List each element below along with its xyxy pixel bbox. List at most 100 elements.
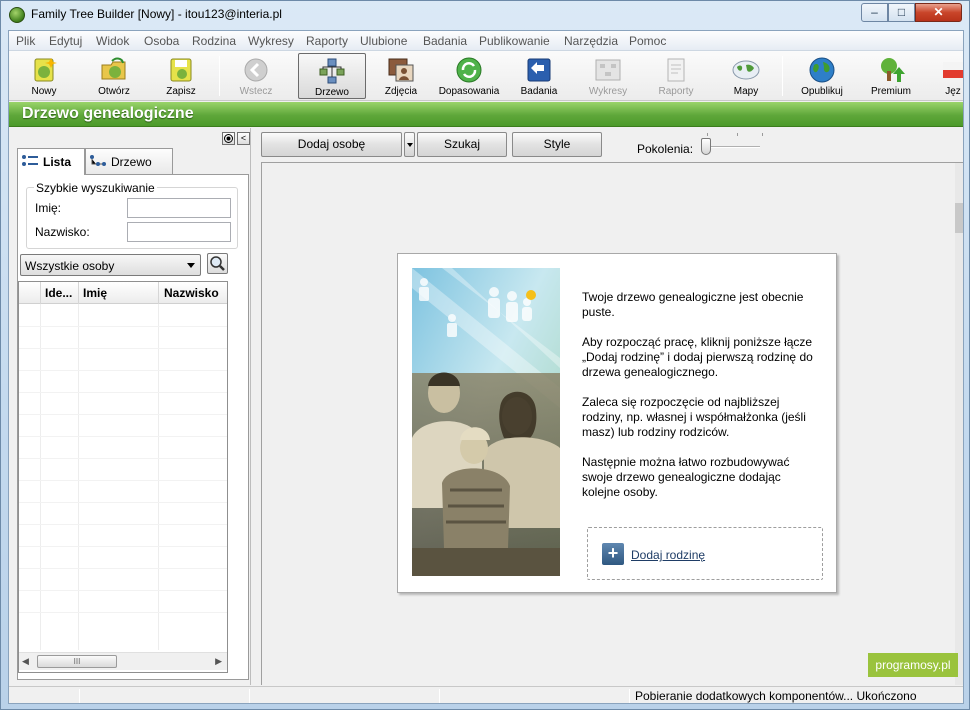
photos-icon <box>388 58 414 82</box>
menu-narzedzia[interactable]: Narzędzia <box>564 34 618 48</box>
site-watermark: programosy.pl <box>868 653 958 677</box>
menu-publikowanie[interactable]: Publikowanie <box>479 34 550 48</box>
slider-tick <box>707 133 708 136</box>
generations-slider-thumb[interactable] <box>701 138 711 155</box>
client-area: Plik Edytuj Widok Osoba Rodzina Wykresy … <box>8 30 964 704</box>
empty-tree-welcome-card: Twoje drzewo genealogiczne jest obecnie … <box>397 253 837 593</box>
section-title: Drzewo genealogiczne <box>22 105 194 122</box>
first-name-field[interactable] <box>127 198 231 218</box>
last-name-label: Nazwisko: <box>35 225 90 239</box>
horizontal-scrollbar[interactable]: ◀ III ▶ <box>19 652 227 670</box>
scroll-right-icon[interactable]: ▶ <box>215 656 222 667</box>
menu-rodzina[interactable]: Rodzina <box>192 34 236 48</box>
status-separator <box>249 689 250 703</box>
back-button[interactable]: Wstecz <box>231 53 281 99</box>
generations-slider-track[interactable] <box>704 146 760 148</box>
open-folder-icon <box>101 57 126 80</box>
last-name-field[interactable] <box>127 222 231 242</box>
publish-button[interactable]: Opublikuj <box>792 53 852 99</box>
column-divider[interactable] <box>78 282 79 304</box>
left-panel: < Lista Drzewo Szybkie wyszukiwanie Imię… <box>9 128 251 685</box>
status-bar: Pobieranie dodatkowych komponentów... Uk… <box>9 686 963 703</box>
quick-search-legend: Szybkie wyszukiwanie <box>34 181 157 195</box>
column-divider[interactable] <box>158 282 159 304</box>
add-family-box[interactable]: + Dodaj rodzinę <box>587 527 823 580</box>
add-person-dropdown-button[interactable] <box>404 132 415 157</box>
scroll-thumb[interactable] <box>955 203 963 233</box>
new-file-icon <box>34 58 57 82</box>
globe-icon <box>809 57 835 83</box>
scroll-thumb[interactable]: III <box>37 655 117 668</box>
menu-pomoc[interactable]: Pomoc <box>629 34 666 48</box>
minimize-button[interactable]: – <box>861 3 888 22</box>
column-first-name[interactable]: Imię <box>83 286 107 300</box>
grid-line <box>19 612 227 613</box>
grid-line <box>19 436 227 437</box>
column-id[interactable]: Ide... <box>45 286 72 300</box>
grid-line <box>19 502 227 503</box>
column-divider[interactable] <box>40 282 41 304</box>
app-window: Family Tree Builder [Nowy] - itou123@int… <box>0 0 970 710</box>
first-name-label: Imię: <box>35 201 62 215</box>
matches-button[interactable]: Dopasowania <box>436 53 502 99</box>
maximize-button[interactable]: □ <box>888 3 915 22</box>
list-tab-body: Szybkie wyszukiwanie Imię: Nazwisko: Wsz… <box>17 174 249 680</box>
status-separator <box>629 689 630 703</box>
grid-line <box>19 414 227 415</box>
scroll-left-icon[interactable]: ◀ <box>22 656 29 667</box>
tab-lista-label: Lista <box>43 155 72 169</box>
menu-raporty[interactable]: Raporty <box>306 34 348 48</box>
menu-osoba[interactable]: Osoba <box>144 34 179 48</box>
grid-line <box>40 304 41 650</box>
styles-button[interactable]: Style <box>512 132 602 157</box>
tree-view-button[interactable]: Drzewo <box>298 53 366 99</box>
back-arrow-icon <box>244 58 268 82</box>
tab-drzewo[interactable]: Drzewo <box>85 148 173 174</box>
close-button[interactable]: ✕ <box>915 3 962 22</box>
matches-label: Dopasowania <box>438 86 500 97</box>
new-button[interactable]: Nowy <box>19 53 69 99</box>
menu-widok[interactable]: Widok <box>96 34 129 48</box>
list-icon <box>22 155 38 166</box>
pin-panel-button[interactable] <box>222 132 235 145</box>
persons-grid[interactable]: Ide... Imię Nazwisko ◀ III ▶ <box>18 281 228 673</box>
plus-icon[interactable]: + <box>602 543 624 565</box>
menu-plik[interactable]: Plik <box>16 34 35 48</box>
window-title: Family Tree Builder [Nowy] - itou123@int… <box>31 7 282 21</box>
menu-wykresy[interactable]: Wykresy <box>248 34 294 48</box>
menu-badania[interactable]: Badania <box>423 34 467 48</box>
search-button[interactable] <box>207 253 228 274</box>
add-family-link[interactable]: Dodaj rodzinę <box>631 548 705 562</box>
grid-line <box>19 392 227 393</box>
language-button[interactable]: Jęz <box>933 53 963 99</box>
collapse-panel-button[interactable]: < <box>237 132 250 145</box>
tree-chart-icon <box>319 58 345 84</box>
reports-button[interactable]: Raporty <box>649 53 703 99</box>
maps-button[interactable]: Mapy <box>717 53 775 99</box>
charts-button[interactable]: Wykresy <box>581 53 635 99</box>
menu-edytuj[interactable]: Edytuj <box>49 34 82 48</box>
generations-label: Pokolenia: <box>637 142 694 156</box>
vertical-scrollbar[interactable] <box>955 163 963 685</box>
research-button[interactable]: Badania <box>513 53 565 99</box>
search-person-button[interactable]: Szukaj <box>417 132 507 157</box>
tree-view-pane: Dodaj osobę Szukaj Style Pokolenia: Twoj… <box>252 128 963 685</box>
world-map-icon <box>732 60 760 80</box>
tree-view-label: Drzewo <box>315 87 349 98</box>
add-person-button[interactable]: Dodaj osobę <box>261 132 402 157</box>
grid-line <box>19 458 227 459</box>
save-label: Zapisz <box>166 86 196 97</box>
photos-button[interactable]: Zdjęcia <box>372 53 430 99</box>
open-button[interactable]: Otwórz <box>87 53 141 99</box>
column-last-name[interactable]: Nazwisko <box>164 286 219 300</box>
save-button[interactable]: Zapisz <box>154 53 208 99</box>
tree-canvas[interactable]: Twoje drzewo genealogiczne jest obecnie … <box>261 162 963 685</box>
title-bar[interactable]: Family Tree Builder [Nowy] - itou123@int… <box>1 1 969 29</box>
person-filter-select[interactable]: Wszystkie osoby <box>20 254 201 276</box>
tab-lista[interactable]: Lista <box>17 148 85 175</box>
tree-icon <box>90 155 106 166</box>
premium-button[interactable]: Premium <box>861 53 921 99</box>
charts-icon <box>595 59 621 81</box>
menu-ulubione[interactable]: Ulubione <box>360 34 407 48</box>
grid-line <box>78 304 79 650</box>
